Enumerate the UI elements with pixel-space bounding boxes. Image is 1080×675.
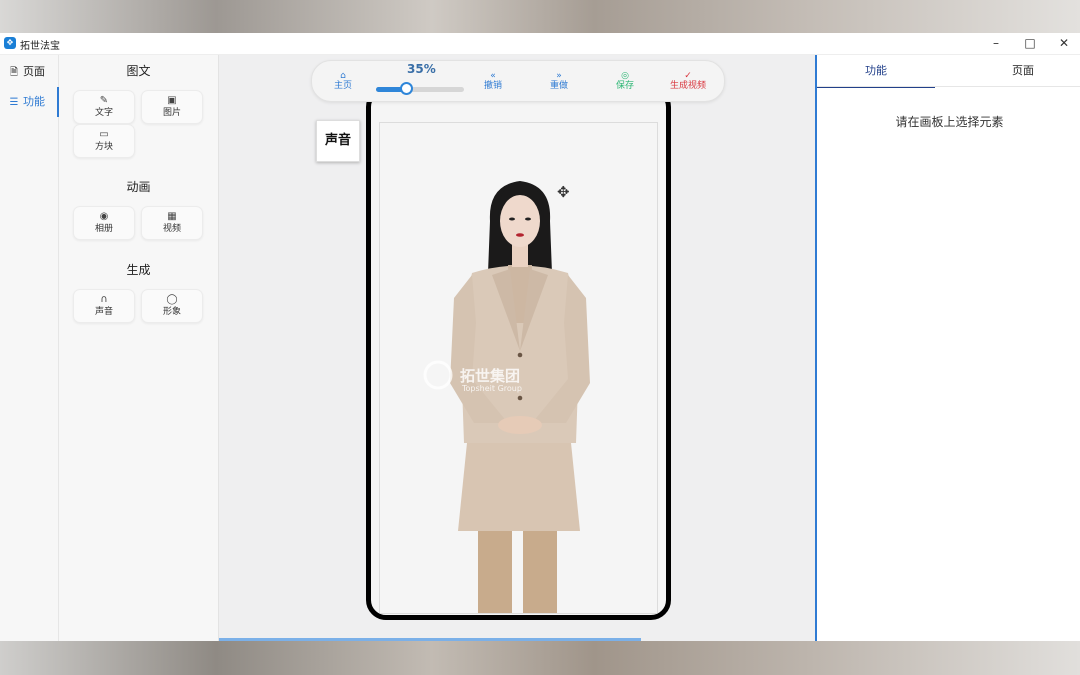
maximize-button[interactable]: □	[1013, 33, 1047, 54]
undo-label: 撤销	[484, 81, 503, 91]
block-icon: ▭	[99, 129, 109, 140]
tool-panel: 图文 ✎ 文字 ▣ 图片 ▭ 方块 动画 ◉ 相册 ▦ 视频 生成 ∩ 声音 ◯ 形象	[59, 55, 219, 641]
check-icon: ✓	[684, 71, 692, 81]
tab-functions[interactable]: 功能	[817, 55, 935, 88]
tool-label: 相册	[94, 224, 113, 234]
right-panel: 功能 页面 请在画板上选择元素	[815, 55, 1080, 641]
tool-block-button[interactable]: ▭ 方块	[73, 124, 135, 158]
home-button[interactable]: ⌂ 主页	[334, 71, 352, 92]
watermark-subtext: Topsheit Group	[461, 384, 522, 393]
edit-icon: ✎	[99, 95, 109, 106]
avatar-figure[interactable]: 拓世集团 Topsheit Group	[380, 123, 657, 613]
camera-icon: ◉	[99, 211, 109, 222]
move-icon[interactable]: ✥	[557, 183, 570, 201]
video-frame-top	[0, 0, 1080, 33]
section-title: 生成	[126, 263, 151, 277]
phone-screen[interactable]: 拓世集团 Topsheit Group	[379, 122, 658, 614]
home-icon: ⌂	[340, 71, 346, 81]
redo-button[interactable]: » 重做	[550, 71, 568, 92]
generate-video-button[interactable]: ✓ 生成视频	[670, 71, 706, 92]
tool-avatar-button[interactable]: ◯ 形象	[141, 289, 203, 323]
watermark-text: 拓世集团	[460, 367, 520, 385]
zoom-slider[interactable]	[376, 82, 464, 95]
headphones-icon: ∩	[100, 294, 108, 305]
app-title: 拓世法宝	[20, 41, 60, 52]
left-nav: 🗎 页面 ☰ 功能	[0, 55, 59, 641]
tool-label: 图片	[162, 108, 181, 118]
nav-item-label: 页面	[23, 65, 45, 78]
tool-label: 声音	[94, 307, 113, 317]
film-icon: ▦	[167, 211, 177, 222]
minimize-button[interactable]: –	[979, 33, 1013, 54]
tool-sound-button[interactable]: ∩ 声音	[73, 289, 135, 323]
check-circle-icon: ◎	[621, 71, 629, 81]
tab-page[interactable]: 页面	[964, 55, 1080, 86]
tool-label: 视频	[162, 224, 181, 234]
home-label: 主页	[334, 81, 353, 91]
user-icon: ◯	[166, 294, 178, 305]
app-window: ✥ 拓世法宝 – □ ✕ 🗎 页面 ☰ 功能 图文 ✎ 文字 ▣ 图片 ▭ 方块 动画 ◉…	[0, 33, 1080, 641]
section-title: 图文	[126, 64, 151, 78]
tool-album-button[interactable]: ◉ 相册	[73, 206, 135, 240]
floating-toolbar: ⌂ 主页 35% « 撤销 » 重做 ◎ 保存 ✓ 生成视频	[311, 60, 725, 102]
image-icon: ▣	[167, 95, 177, 106]
tool-label: 形象	[162, 307, 181, 317]
canvas-area[interactable]: 声音 拓世集团 Topsheit Group ✥ ⌂ 主页 35% « 撤销 »…	[219, 55, 815, 641]
tool-label: 方块	[94, 142, 113, 152]
page-icon: 🗎	[9, 67, 19, 78]
phone-frame[interactable]: 拓世集团 Topsheit Group	[366, 87, 671, 620]
tool-image-button[interactable]: ▣ 图片	[141, 90, 203, 124]
zoom-slider-handle[interactable]	[399, 82, 413, 95]
section-title: 动画	[126, 180, 151, 194]
tool-label: 文字	[94, 108, 113, 118]
zoom-value: 35%	[407, 62, 436, 76]
nav-item-functions[interactable]: ☰ 功能	[0, 87, 59, 117]
tool-text-button[interactable]: ✎ 文字	[73, 90, 135, 124]
generate-video-label: 生成视频	[670, 81, 707, 91]
tab-divider	[817, 86, 1080, 87]
title-bar: ✥ 拓世法宝 – □ ✕	[0, 33, 1080, 55]
undo-button[interactable]: « 撤销	[484, 71, 502, 92]
tool-video-button[interactable]: ▦ 视频	[141, 206, 203, 240]
empty-selection-hint: 请在画板上选择元素	[895, 115, 1004, 129]
undo-icon: «	[490, 71, 496, 81]
video-frame-bottom	[0, 641, 1080, 675]
nav-item-label: 功能	[23, 95, 45, 108]
close-button[interactable]: ✕	[1047, 33, 1080, 54]
sound-element[interactable]: 声音	[316, 120, 360, 162]
save-label: 保存	[616, 81, 635, 91]
nav-item-pages[interactable]: 🗎 页面	[0, 57, 58, 87]
watermark-logo-icon	[423, 360, 453, 390]
sliders-icon: ☰	[9, 97, 19, 108]
save-button[interactable]: ◎ 保存	[616, 71, 634, 92]
redo-icon: »	[556, 71, 562, 81]
app-logo-icon: ✥	[4, 37, 16, 49]
redo-label: 重做	[550, 81, 569, 91]
